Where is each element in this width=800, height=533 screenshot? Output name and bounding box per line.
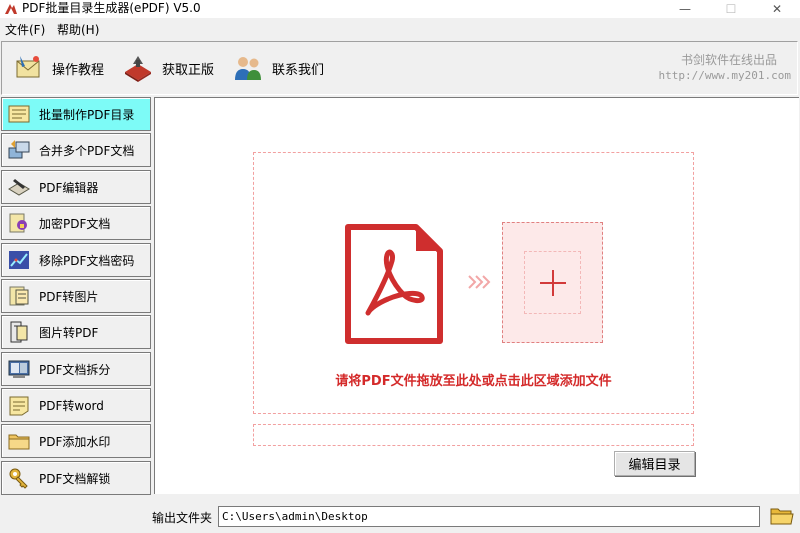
purchase-button[interactable]: 获取正版 [122,52,214,84]
sidebar-item-label: 合并多个PDF文档 [39,143,135,158]
output-folder-label: 输出文件夹 [152,511,213,525]
add-file-button[interactable] [502,222,603,343]
main-panel: 请将PDF文件拖放至此处或点击此区域添加文件 编辑目录 [154,97,799,494]
image-to-pdf-icon [10,321,28,343]
pdf-file-icon [345,224,443,344]
drop-hint-text: 请将PDF文件拖放至此处或点击此区域添加文件 [335,374,612,389]
menu-bar: 文件(F) 帮助(H) [0,21,800,39]
sidebar-item-label: 批量制作PDF目录 [39,107,135,122]
title-bar: PDF批量目录生成器(ePDF) V5.0 — ☐ ✕ [0,0,800,18]
sidebar-item-label: 图片转PDF [39,325,99,340]
vendor-label: 书剑软件在线出品 [680,53,777,67]
contact-label: 联系我们 [272,62,325,78]
sidebar-item-remove-password[interactable]: 移除PDF文档密码 [1,243,151,277]
sidebar-item-label: PDF文档解锁 [39,471,111,486]
sidebar-item-batch-toc[interactable]: 批量制作PDF目录 [1,97,151,131]
plus-icon [539,269,566,296]
close-icon: ✕ [771,2,783,16]
toc-list-icon [8,105,30,123]
tutorial-label: 操作教程 [52,62,105,78]
contact-icon [235,57,261,80]
menu-help[interactable]: 帮助(H) [57,22,99,38]
tutorial-icon [16,56,40,78]
tutorial-button[interactable]: 操作教程 [12,52,104,84]
minimize-icon: — [679,2,691,16]
sidebar-item-label: PDF转word [39,398,104,413]
purchase-icon [125,56,151,82]
sidebar-item-image-to-pdf[interactable]: 图片转PDF [1,315,151,349]
sidebar-item-label: 加密PDF文档 [39,216,111,231]
editor-icon [8,179,30,196]
sidebar-item-label: PDF添加水印 [39,434,111,449]
output-folder-field[interactable] [218,506,760,527]
maximize-icon: ☐ [725,2,737,16]
sidebar-item-merge[interactable]: 合并多个PDF文档 [1,133,151,167]
sidebar: 批量制作PDF目录 合并多个PDF文档 PDF编辑器 加密PDF文档 移除PDF… [1,97,152,495]
sidebar-item-label: 移除PDF文档密码 [39,253,135,268]
sidebar-item-pdf-to-image[interactable]: PDF转图片 [1,279,151,313]
menu-file[interactable]: 文件(F) [5,22,45,38]
sidebar-item-label: PDF转图片 [39,289,99,304]
arrow-right-icon [468,275,491,289]
window-title: PDF批量目录生成器(ePDF) V5.0 [22,1,201,15]
sidebar-item-label: PDF编辑器 [39,180,99,195]
maximize-button[interactable]: ☐ [708,0,754,18]
sidebar-item-split[interactable]: PDF文档拆分 [1,352,151,386]
file-drop-zone[interactable]: 请将PDF文件拖放至此处或点击此区域添加文件 [253,152,694,414]
split-icon [8,360,30,378]
sidebar-item-watermark[interactable]: PDF添加水印 [1,424,151,458]
toolbar: 操作教程 获取正版 联系我们 书剑软件在线出品 http://www.my201… [1,41,798,95]
contact-button[interactable]: 联系我们 [232,52,324,84]
sidebar-item-pdf-to-word[interactable]: PDF转word [1,388,151,422]
sidebar-item-unlock[interactable]: PDF文档解锁 [1,461,151,495]
sidebar-item-editor[interactable]: PDF编辑器 [1,170,151,204]
pdf-to-word-icon [9,396,29,416]
add-file-target [524,251,581,314]
encrypt-icon [9,213,27,233]
unlock-icon [9,468,28,489]
remove-password-icon [9,251,29,269]
browse-folder-icon[interactable] [770,505,794,527]
vendor-url[interactable]: http://www.my201.com [659,69,791,82]
minimize-button[interactable]: — [662,0,708,18]
app-logo-icon [5,4,17,14]
sidebar-item-encrypt[interactable]: 加密PDF文档 [1,206,151,240]
edit-toc-button[interactable]: 编辑目录 [614,451,695,476]
pdf-to-image-icon [9,286,29,306]
watermark-icon [8,434,30,450]
close-button[interactable]: ✕ [754,0,800,18]
sidebar-item-label: PDF文档拆分 [39,362,111,377]
merge-icon [8,140,30,159]
purchase-label: 获取正版 [162,62,215,78]
file-status-area [253,424,694,446]
app-window: PDF批量目录生成器(ePDF) V5.0 — ☐ ✕ 文件(F) 帮助(H) … [0,0,800,533]
